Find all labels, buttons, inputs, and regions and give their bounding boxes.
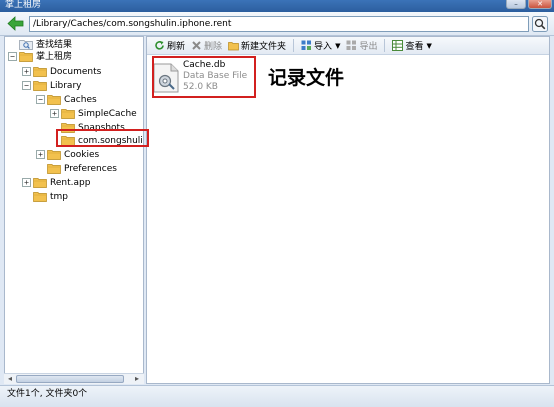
- tree-item[interactable]: − Library: [22, 79, 81, 92]
- tree-horizontal-scrollbar[interactable]: ◂ ▸: [4, 373, 144, 384]
- folder-icon: [19, 52, 33, 62]
- expand-icon[interactable]: +: [36, 150, 45, 159]
- collapse-icon[interactable]: −: [8, 52, 17, 61]
- tree-item[interactable]: − 掌上租房: [8, 50, 72, 63]
- window-controls: – ✕: [506, 0, 552, 10]
- tree-item[interactable]: tmp: [22, 190, 68, 203]
- search-icon[interactable]: [532, 16, 548, 32]
- close-button[interactable]: ✕: [528, 0, 552, 9]
- view-label: 查看: [405, 42, 424, 52]
- chevron-down-icon: ▼: [335, 41, 341, 50]
- folder-icon: [33, 192, 47, 202]
- tree-item[interactable]: + Cookies: [36, 148, 99, 161]
- import-label: 导入: [314, 42, 333, 52]
- collapse-icon[interactable]: −: [22, 81, 31, 90]
- chevron-down-icon: ▼: [426, 41, 432, 50]
- folder-icon: [33, 178, 47, 188]
- scroll-left-icon[interactable]: ◂: [5, 374, 15, 384]
- file-highlight-box: [152, 56, 256, 98]
- tree-item-label: Rent.app: [50, 177, 91, 188]
- folder-icon: [61, 109, 75, 119]
- folder-tree[interactable]: 查找结果 − 掌上租房 + Documents − Library − Caches + Simpl…: [4, 36, 144, 384]
- folder-icon: [47, 164, 61, 174]
- folder-highlight-box: [56, 129, 149, 147]
- export-button[interactable]: 导出: [343, 38, 380, 54]
- collapse-icon[interactable]: −: [36, 95, 45, 104]
- delete-button[interactable]: 删除: [188, 38, 225, 54]
- minimize-button[interactable]: –: [506, 0, 526, 9]
- status-bar: 文件1个, 文件夹0个: [0, 385, 554, 407]
- tree-item[interactable]: Preferences: [36, 162, 117, 175]
- tree-item-label: 掌上租房: [36, 51, 73, 62]
- tree-item-label: tmp: [50, 191, 69, 202]
- tree-item-label: Cookies: [64, 149, 100, 160]
- toolbar-separator: [384, 39, 386, 52]
- tree-item[interactable]: + Rent.app: [22, 176, 90, 189]
- tree-item[interactable]: + Documents: [22, 65, 101, 78]
- tree-item-label: 查找结果: [36, 39, 73, 50]
- delete-label: 删除: [204, 42, 223, 52]
- refresh-label: 刷新: [167, 42, 186, 52]
- address-toolbar: [0, 12, 554, 36]
- import-button[interactable]: 导入 ▼: [298, 38, 343, 54]
- import-icon: [301, 40, 312, 50]
- new-folder-button[interactable]: 新建文件夹: [225, 38, 289, 54]
- new-folder-label: 新建文件夹: [241, 42, 287, 52]
- scroll-right-icon[interactable]: ▸: [132, 374, 142, 384]
- tree-item-label: Caches: [64, 94, 97, 105]
- expand-icon[interactable]: +: [22, 67, 31, 76]
- folder-icon: [47, 150, 61, 160]
- tree-item-label: Preferences: [64, 163, 117, 174]
- toolbar-separator: [293, 39, 295, 52]
- view-grid-icon: [392, 40, 404, 51]
- refresh-button[interactable]: 刷新: [151, 38, 188, 54]
- expand-icon[interactable]: +: [22, 178, 31, 187]
- tree-item[interactable]: + SimpleCache: [50, 107, 137, 120]
- window-title: 掌上租房: [5, 0, 42, 10]
- address-input[interactable]: [29, 16, 529, 32]
- status-text: 文件1个, 文件夹0个: [7, 389, 88, 399]
- expand-icon[interactable]: +: [50, 109, 59, 118]
- new-folder-icon: [228, 42, 239, 51]
- export-label: 导出: [359, 42, 378, 52]
- folder-icon: [33, 67, 47, 77]
- annotation-label: 记录文件: [268, 67, 345, 89]
- tree-item-label: Documents: [50, 66, 102, 77]
- export-icon: [346, 40, 357, 50]
- search-folder-icon: [19, 40, 33, 50]
- back-arrow-icon[interactable]: [7, 15, 24, 32]
- folder-icon: [47, 95, 61, 105]
- tree-item[interactable]: − Caches: [36, 93, 97, 106]
- folder-icon: [33, 81, 47, 91]
- title-bar: 掌上租房 – ✕: [0, 0, 554, 12]
- file-toolbar: 刷新 删除 新建文件夹 导入 ▼ 导出 查看 ▼: [147, 37, 549, 55]
- tree-item-label: Library: [50, 80, 82, 91]
- view-button[interactable]: 查看 ▼: [389, 38, 434, 54]
- scrollbar-thumb[interactable]: [16, 375, 124, 383]
- tree-item-label: SimpleCache: [78, 108, 137, 119]
- delete-icon: [192, 41, 201, 50]
- refresh-icon: [155, 41, 164, 50]
